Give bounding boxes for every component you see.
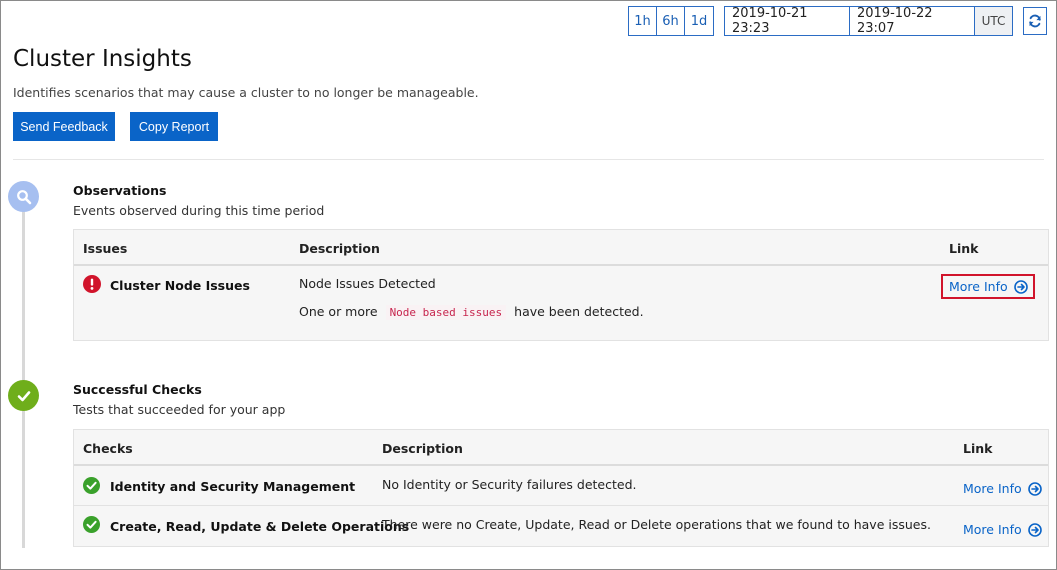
refresh-icon [1028,14,1042,28]
more-info-link[interactable]: More Info [963,481,1042,496]
observations-heading: Observations [73,183,167,198]
checks-table-header: Checks Description Link [74,430,1048,466]
more-info-label: More Info [963,522,1022,537]
check-description: No Identity or Security failures detecte… [382,477,637,492]
check-description: There were no Create, Update, Read or De… [382,517,931,532]
send-feedback-button[interactable]: Send Feedback [13,112,115,141]
column-issues: Issues [83,240,128,256]
checkmark-icon [16,388,32,404]
range-6h-button[interactable]: 6h [657,7,685,35]
error-icon [83,275,101,293]
arrow-circle-right-icon [1027,481,1042,496]
column-link: Link [963,440,993,456]
checks-table: Checks Description Link Identity and Sec… [73,429,1049,547]
observations-marker [8,181,39,212]
checks-subheading: Tests that succeeded for your app [73,402,286,417]
date-range-group: 2019-10-21 23:23 2019-10-22 23:07 UTC [724,6,1013,36]
issue-description-suffix: have been detected. [514,304,644,319]
observations-table: Issues Description Link Cluster Node Iss… [73,229,1049,341]
page-title: Cluster Insights [13,46,192,72]
observations-subheading: Events observed during this time period [73,203,325,218]
more-info-link[interactable]: More Info [941,274,1035,299]
end-time-field[interactable]: 2019-10-22 23:07 [850,6,975,36]
page-subtitle: Identifies scenarios that may cause a cl… [13,85,479,100]
more-info-link[interactable]: More Info [963,522,1042,537]
header-divider [13,159,1044,160]
issue-name: Cluster Node Issues [110,278,250,293]
issue-code: Node based issues [385,305,507,320]
table-row: Cluster Node Issues Node Issues Detected… [74,266,1048,340]
refresh-button[interactable] [1023,7,1047,35]
arrow-circle-right-icon [1013,279,1028,294]
action-bar: Send Feedback Copy Report [13,112,218,141]
start-time-field[interactable]: 2019-10-21 23:23 [725,6,850,36]
range-1h-button[interactable]: 1h [629,7,657,35]
time-range-bar: 1h 6h 1d 2019-10-21 23:23 2019-10-22 23:… [628,6,1047,36]
column-description: Description [299,240,380,256]
check-name: Create, Read, Update & Delete Operations [110,519,410,534]
issue-description-prefix: One or more [299,304,378,319]
issue-description: One or more Node based issues have been … [299,304,644,320]
success-check-icon [83,516,100,533]
quick-range-group: 1h 6h 1d [628,6,714,36]
timezone-label: UTC [975,7,1012,35]
issue-title: Node Issues Detected [299,276,436,291]
checks-heading: Successful Checks [73,382,202,397]
table-row: Identity and Security Management No Iden… [74,466,1048,506]
search-icon [16,189,32,205]
more-info-label: More Info [949,279,1008,294]
timeline-line [22,196,25,548]
more-info-label: More Info [963,481,1022,496]
success-marker [8,380,39,411]
check-name: Identity and Security Management [110,479,356,494]
table-row: Create, Read, Update & Delete Operations… [74,506,1048,546]
column-link: Link [949,240,979,256]
success-check-icon [83,477,100,494]
arrow-circle-right-icon [1027,522,1042,537]
copy-report-button[interactable]: Copy Report [130,112,218,141]
observations-table-header: Issues Description Link [74,230,1048,266]
column-description: Description [382,440,463,456]
column-checks: Checks [83,440,133,456]
range-1d-button[interactable]: 1d [685,7,713,35]
